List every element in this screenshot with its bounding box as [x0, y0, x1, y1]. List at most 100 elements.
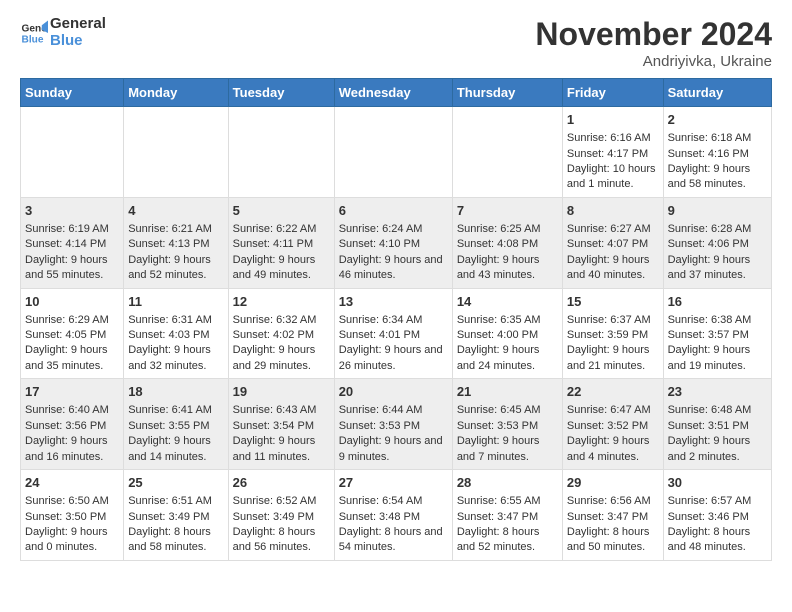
- calendar-day-cell: 6Sunrise: 6:24 AMSunset: 4:10 PMDaylight…: [334, 197, 452, 288]
- calendar-day-cell: 25Sunrise: 6:51 AMSunset: 3:49 PMDayligh…: [124, 470, 228, 561]
- calendar-day-cell: 24 Sunrise: 6:50 AMSunset: 3:50 PMDayligh…: [21, 470, 124, 561]
- calendar-week-row: 3Sunrise: 6:19 AMSunset: 4:14 PMDaylight…: [21, 197, 772, 288]
- day-info-line: Sunset: 3:47 PM: [457, 510, 558, 525]
- day-info-line: Daylight: 9 hours and 24 minutes.: [457, 343, 558, 374]
- day-info-line: Daylight: 9 hours and 55 minutes.: [25, 253, 119, 284]
- day-info-line: Daylight: 9 hours and 19 minutes.: [668, 343, 767, 374]
- calendar-day-cell: 30Sunrise: 6:57 AMSunset: 3:46 PMDayligh…: [663, 470, 771, 561]
- day-number: 24: [25, 474, 119, 492]
- day-number: 9: [668, 202, 767, 220]
- day-info-line: Daylight: 8 hours and 58 minutes.: [128, 525, 223, 556]
- day-info-line: Sunrise: 6:55 AM: [457, 494, 558, 509]
- header-cell-tuesday: Tuesday: [228, 79, 334, 107]
- calendar-day-cell: 12Sunrise: 6:32 AMSunset: 4:02 PMDayligh…: [228, 288, 334, 379]
- day-number: 29: [567, 474, 659, 492]
- day-info-line: Sunset: 3:53 PM: [339, 419, 448, 434]
- day-number: 15: [567, 293, 659, 311]
- calendar-body: 1Sunrise: 6:16 AMSunset: 4:17 PMDaylight…: [21, 107, 772, 561]
- day-info-line: Sunset: 3:46 PM: [668, 510, 767, 525]
- day-info-line: Sunrise: 6:16 AM: [567, 131, 659, 146]
- day-info-line: Sunrise: 6:34 AM: [339, 313, 448, 328]
- day-info-line: Daylight: 9 hours and 32 minutes.: [128, 343, 223, 374]
- day-info-line: Sunset: 3:54 PM: [233, 419, 330, 434]
- calendar-day-cell: 29Sunrise: 6:56 AMSunset: 3:47 PMDayligh…: [562, 470, 663, 561]
- calendar-day-cell: 2Sunrise: 6:18 AMSunset: 4:16 PMDaylight…: [663, 107, 771, 198]
- calendar-table: SundayMondayTuesdayWednesdayThursdayFrid…: [20, 78, 772, 561]
- day-info-line: Sunrise: 6:37 AM: [567, 313, 659, 328]
- day-info-line: Daylight: 9 hours and 46 minutes.: [339, 253, 448, 284]
- subtitle: Andriyivka, Ukraine: [535, 53, 772, 70]
- day-info-line: Sunset: 4:16 PM: [668, 147, 767, 162]
- day-info-line: Daylight: 9 hours and 14 minutes.: [128, 434, 223, 465]
- main-title: November 2024: [535, 16, 772, 53]
- day-info-line: Sunrise: 6:21 AM: [128, 222, 223, 237]
- header: General Blue General Blue November 2024 …: [20, 16, 772, 70]
- day-info-line: Sunrise: 6:57 AM: [668, 494, 767, 509]
- day-info-line: Sunset: 4:11 PM: [233, 237, 330, 252]
- header-cell-saturday: Saturday: [663, 79, 771, 107]
- header-cell-sunday: Sunday: [21, 79, 124, 107]
- day-info-line: Daylight: 9 hours and 35 minutes.: [25, 343, 119, 374]
- day-info-line: Daylight: 9 hours and 43 minutes.: [457, 253, 558, 284]
- day-info-line: Sunset: 4:00 PM: [457, 328, 558, 343]
- day-number: 7: [457, 202, 558, 220]
- day-number: 5: [233, 202, 330, 220]
- day-info-line: Sunrise: 6:19 AM: [25, 222, 119, 237]
- day-info-line: Sunset: 3:56 PM: [25, 419, 119, 434]
- day-info-line: Sunset: 3:59 PM: [567, 328, 659, 343]
- day-info-line: Sunset: 4:03 PM: [128, 328, 223, 343]
- title-area: November 2024 Andriyivka, Ukraine: [535, 16, 772, 70]
- calendar-day-cell: 1Sunrise: 6:16 AMSunset: 4:17 PMDaylight…: [562, 107, 663, 198]
- day-number: 22: [567, 383, 659, 401]
- day-info-line: Daylight: 9 hours and 9 minutes.: [339, 434, 448, 465]
- day-info-line: Daylight: 9 hours and 26 minutes.: [339, 343, 448, 374]
- day-number: 28: [457, 474, 558, 492]
- day-info-line: Daylight: 9 hours and 52 minutes.: [128, 253, 223, 284]
- day-info-line: Daylight: 9 hours and 4 minutes.: [567, 434, 659, 465]
- day-info-line: Sunset: 4:07 PM: [567, 237, 659, 252]
- calendar-day-cell: 3 Sunrise: 6:19 AMSunset: 4:14 PMDaylight…: [21, 197, 124, 288]
- day-number: 18: [128, 383, 223, 401]
- calendar-day-cell: [452, 107, 562, 198]
- day-number: 2: [668, 111, 767, 129]
- day-info-line: Sunrise: 6:22 AM: [233, 222, 330, 237]
- calendar-day-cell: 23Sunrise: 6:48 AMSunset: 3:51 PMDayligh…: [663, 379, 771, 470]
- day-info-line: Daylight: 9 hours and 11 minutes.: [233, 434, 330, 465]
- calendar-day-cell: 8Sunrise: 6:27 AMSunset: 4:07 PMDaylight…: [562, 197, 663, 288]
- day-number: 25: [128, 474, 223, 492]
- calendar-day-cell: 15 Sunrise: 6:37 AMSunset: 3:59 PMDayligh…: [562, 288, 663, 379]
- day-info-line: Sunrise: 6:24 AM: [339, 222, 448, 237]
- calendar-day-cell: 21Sunrise: 6:45 AMSunset: 3:53 PMDayligh…: [452, 379, 562, 470]
- day-info-line: Sunset: 3:47 PM: [567, 510, 659, 525]
- day-info-line: Sunrise: 6:56 AM: [567, 494, 659, 509]
- day-number: 8: [567, 202, 659, 220]
- day-info-line: Sunset: 4:05 PM: [25, 328, 119, 343]
- day-info-line: Sunrise: 6:31 AM: [128, 313, 223, 328]
- calendar-day-cell: 5 Sunrise: 6:22 AMSunset: 4:11 PMDaylight…: [228, 197, 334, 288]
- day-info-line: Sunrise: 6:32 AM: [233, 313, 330, 328]
- day-info-line: Sunset: 3:50 PM: [25, 510, 119, 525]
- day-number: 16: [668, 293, 767, 311]
- day-number: 17: [25, 383, 119, 401]
- day-info-line: Sunset: 3:51 PM: [668, 419, 767, 434]
- day-info-line: Daylight: 10 hours and 1 minute.: [567, 162, 659, 193]
- day-info-line: Sunset: 3:55 PM: [128, 419, 223, 434]
- day-info-line: Daylight: 9 hours and 49 minutes.: [233, 253, 330, 284]
- day-number: 14: [457, 293, 558, 311]
- day-info-line: Daylight: 9 hours and 0 minutes.: [25, 525, 119, 556]
- day-info-line: Sunrise: 6:48 AM: [668, 403, 767, 418]
- header-cell-thursday: Thursday: [452, 79, 562, 107]
- day-info-line: Sunrise: 6:41 AM: [128, 403, 223, 418]
- day-number: 3: [25, 202, 119, 220]
- day-info-line: Sunset: 3:48 PM: [339, 510, 448, 525]
- logo-icon: General Blue: [20, 19, 48, 47]
- day-number: 26: [233, 474, 330, 492]
- calendar-day-cell: 28Sunrise: 6:55 AMSunset: 3:47 PMDayligh…: [452, 470, 562, 561]
- day-info-line: Sunset: 4:14 PM: [25, 237, 119, 252]
- day-info-line: Sunrise: 6:50 AM: [25, 494, 119, 509]
- svg-text:Blue: Blue: [22, 34, 44, 45]
- day-info-line: Daylight: 9 hours and 21 minutes.: [567, 343, 659, 374]
- calendar-day-cell: 22Sunrise: 6:47 AMSunset: 3:52 PMDayligh…: [562, 379, 663, 470]
- day-info-line: Daylight: 9 hours and 29 minutes.: [233, 343, 330, 374]
- calendar-day-cell: [124, 107, 228, 198]
